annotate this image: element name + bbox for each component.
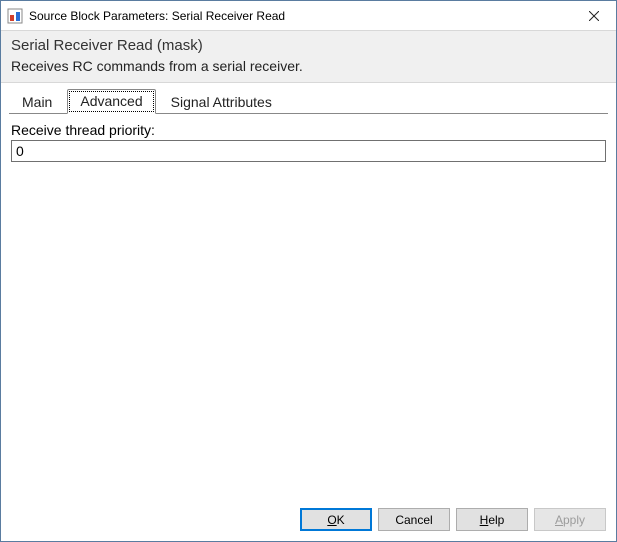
- help-rest: elp: [488, 513, 504, 527]
- apply-button[interactable]: Apply: [534, 508, 606, 531]
- tab-row: Main Advanced Signal Attributes: [1, 83, 616, 114]
- mask-title: Serial Receiver Read (mask): [11, 37, 606, 54]
- help-button[interactable]: Help: [456, 508, 528, 531]
- close-icon: [589, 11, 599, 21]
- mask-header: Serial Receiver Read (mask) Receives RC …: [1, 31, 616, 83]
- tab-advanced[interactable]: Advanced: [67, 89, 155, 114]
- cancel-button[interactable]: Cancel: [378, 508, 450, 531]
- tab-main[interactable]: Main: [9, 90, 65, 114]
- close-button[interactable]: [571, 1, 616, 30]
- button-bar: OK Cancel Help Apply: [1, 500, 616, 541]
- receive-priority-label: Receive thread priority:: [11, 122, 606, 138]
- help-mnemonic: H: [480, 513, 489, 527]
- ok-rest: K: [337, 513, 345, 527]
- tab-content: Receive thread priority:: [1, 114, 616, 500]
- receive-priority-input[interactable]: [11, 140, 606, 162]
- tab-signal-attributes[interactable]: Signal Attributes: [158, 90, 285, 114]
- titlebar: Source Block Parameters: Serial Receiver…: [1, 1, 616, 31]
- window-title: Source Block Parameters: Serial Receiver…: [29, 9, 571, 23]
- ok-button[interactable]: OK: [300, 508, 372, 531]
- mask-description: Receives RC commands from a serial recei…: [11, 58, 606, 74]
- apply-mnemonic: A: [555, 513, 563, 527]
- app-icon: [7, 8, 23, 24]
- dialog-window: Source Block Parameters: Serial Receiver…: [0, 0, 617, 542]
- ok-mnemonic: O: [327, 513, 336, 527]
- apply-rest: pply: [563, 513, 585, 527]
